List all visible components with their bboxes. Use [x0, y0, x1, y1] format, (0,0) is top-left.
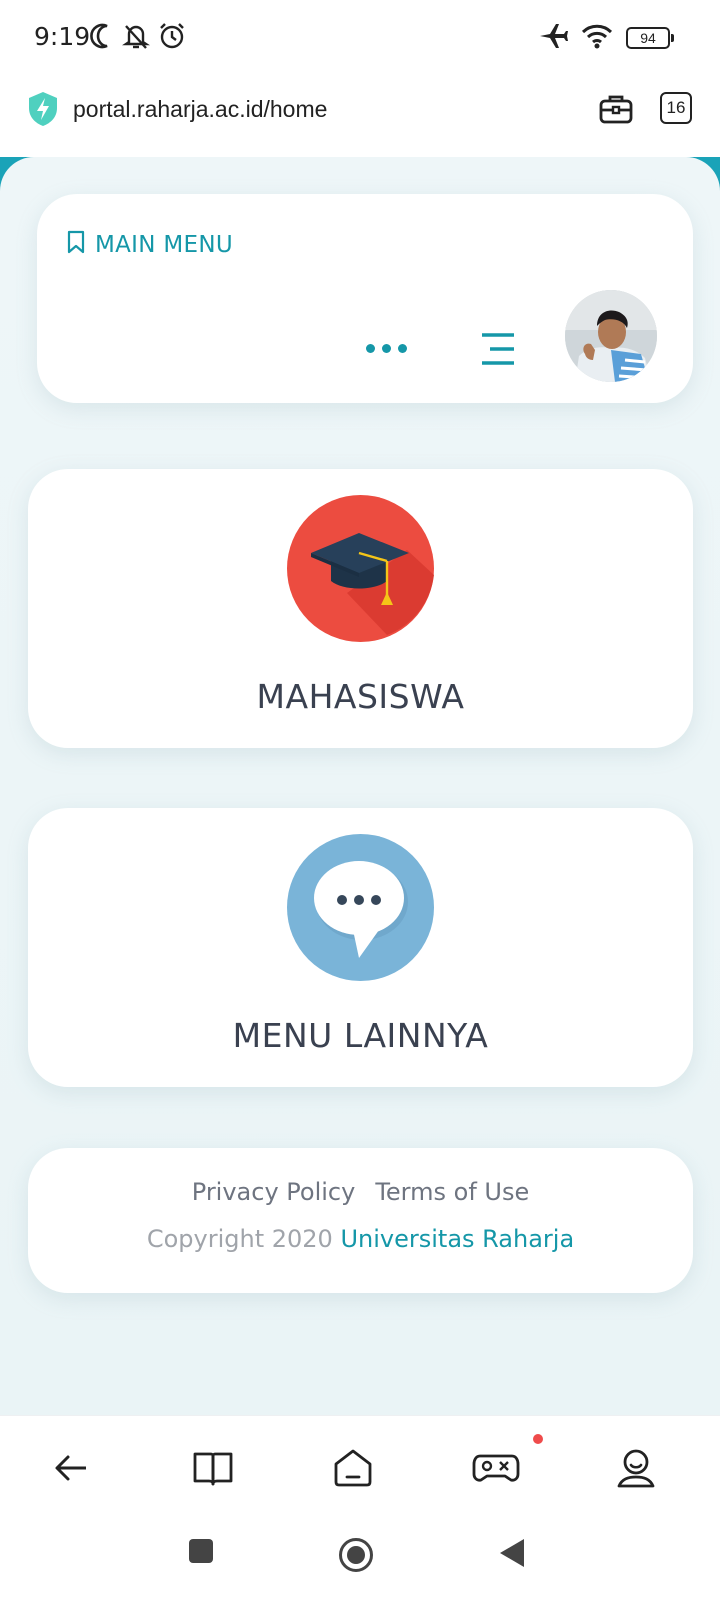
system-nav-bar — [0, 1515, 720, 1600]
copyright-prefix: Copyright 2020 — [146, 1225, 333, 1253]
more-dots-icon[interactable] — [366, 344, 407, 353]
privacy-policy-link[interactable]: Privacy Policy — [192, 1178, 356, 1206]
home-icon[interactable] — [331, 1446, 375, 1490]
bookmark-icon — [67, 230, 85, 260]
copyright-text: Copyright 2020 Universitas Raharja — [28, 1225, 693, 1253]
book-icon[interactable] — [191, 1446, 235, 1490]
menu-lainnya-label: MENU LAINNYA — [232, 1016, 489, 1055]
terms-of-use-link[interactable]: Terms of Use — [375, 1178, 529, 1206]
status-icons-right: 94 — [538, 22, 674, 54]
moon-icon — [90, 22, 114, 54]
toolbox-icon[interactable] — [598, 92, 634, 130]
brand-link[interactable]: Universitas Raharja — [340, 1225, 574, 1253]
avatar[interactable] — [565, 290, 657, 382]
menu-lainnya-card[interactable]: MENU LAINNYA — [28, 808, 693, 1087]
recents-icon[interactable] — [187, 1537, 215, 1569]
battery-icon: 94 — [626, 27, 674, 49]
profile-icon[interactable] — [614, 1446, 658, 1490]
mahasiswa-label: MAHASISWA — [256, 677, 465, 716]
home-circle-icon[interactable] — [338, 1537, 374, 1577]
mahasiswa-card[interactable]: MAHASISWA — [28, 469, 693, 748]
status-time: 9:19 — [34, 22, 91, 51]
main-menu-card: MAIN MENU — [37, 194, 693, 403]
back-triangle-icon[interactable] — [498, 1537, 526, 1573]
status-bar: 9:19 94 — [0, 0, 720, 78]
browser-address-bar: portal.raharja.ac.id/home 16 — [0, 78, 720, 158]
tabs-icon[interactable]: 16 — [660, 92, 692, 124]
page-content: MAIN MENU MAHASISWA MENU LAINNYA Privacy… — [0, 157, 720, 1415]
main-menu-title: MAIN MENU — [95, 232, 233, 258]
footer-card: Privacy Policy Terms of Use Copyright 202… — [28, 1148, 693, 1293]
main-menu-header: MAIN MENU — [67, 230, 233, 260]
airplane-icon — [538, 22, 568, 54]
back-arrow-icon[interactable] — [50, 1446, 94, 1490]
footer-links: Privacy Policy Terms of Use — [28, 1178, 693, 1206]
browser-bottom-nav — [0, 1415, 720, 1515]
bell-off-icon — [122, 22, 150, 54]
alarm-icon — [158, 22, 186, 54]
hamburger-icon[interactable] — [480, 332, 516, 370]
shield-icon[interactable] — [26, 90, 60, 132]
chat-bubble-icon — [287, 834, 434, 981]
graduation-cap-icon — [287, 495, 434, 642]
url-field[interactable]: portal.raharja.ac.id/home — [73, 96, 327, 123]
notification-dot — [533, 1434, 543, 1444]
wifi-icon — [580, 22, 614, 54]
status-icons-left — [90, 22, 186, 54]
gamepad-icon[interactable] — [472, 1446, 520, 1490]
